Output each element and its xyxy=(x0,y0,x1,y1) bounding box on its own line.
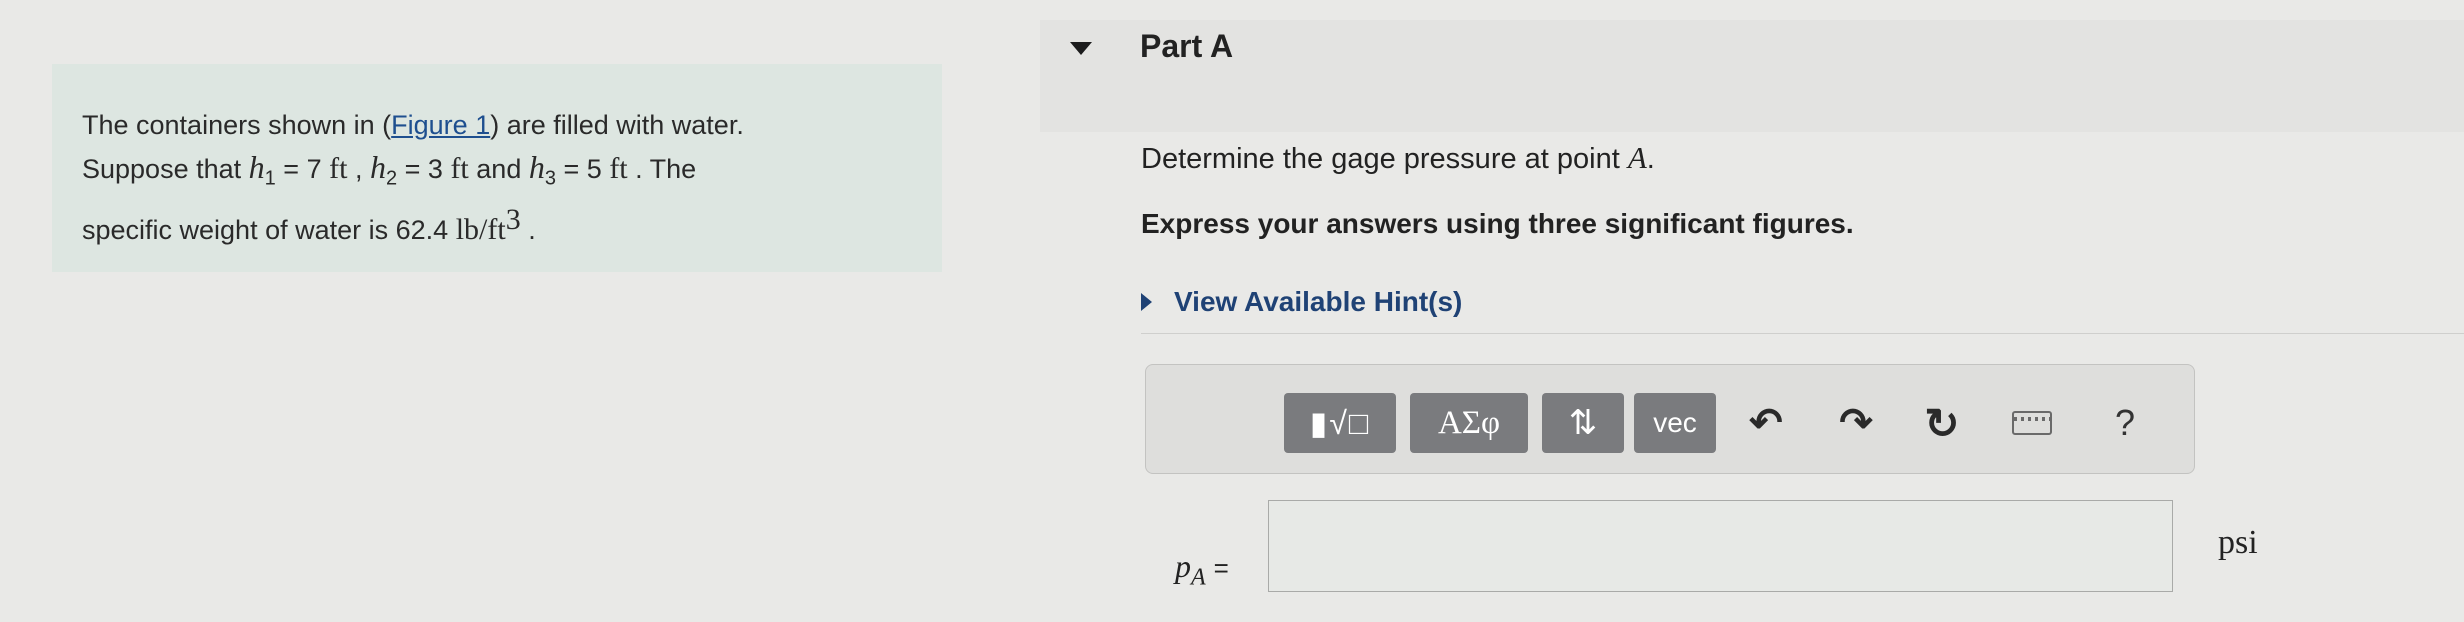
h1-subscript: 1 xyxy=(264,167,276,190)
h2-subscript: 2 xyxy=(385,167,398,190)
question-end: . xyxy=(1646,143,1655,175)
problem-text: . The xyxy=(635,154,697,184)
h2-value: = 3 xyxy=(404,154,443,184)
part-title: Part A xyxy=(1140,28,1234,64)
caret-right-icon xyxy=(1141,292,1152,311)
undo-icon[interactable]: ↶ xyxy=(1742,399,1790,447)
question-text: Determine the gage pressure at point A. xyxy=(1141,140,1655,176)
reset-icon[interactable]: ↻ xyxy=(1918,399,1966,447)
templates-button[interactable]: ▮√□ xyxy=(1284,393,1396,453)
equals-sign: = xyxy=(1213,553,1229,583)
problem-statement: The containers shown in (Figure 1) are f… xyxy=(52,64,942,272)
instruction-text: Express your answers using three signifi… xyxy=(1141,208,1854,239)
help-icon[interactable]: ? xyxy=(2101,399,2149,447)
unit-label: psi xyxy=(2218,524,2258,561)
h3-variable: h xyxy=(528,149,545,185)
view-hints-toggle[interactable]: View Available Hint(s) xyxy=(1141,286,1462,318)
weight-exponent: 3 xyxy=(505,203,521,237)
h1-value: = 7 xyxy=(283,154,322,184)
h3-unit: ft xyxy=(609,152,628,185)
h3-value: = 5 xyxy=(563,154,602,184)
problem-line-3: specific weight of water is 62.4 lb/ft3 … xyxy=(82,199,912,251)
arrows-button[interactable]: ⇅ xyxy=(1542,393,1624,453)
weight-unit: lb/ft xyxy=(455,213,506,247)
keyboard-icon[interactable] xyxy=(2008,399,2056,447)
answer-input[interactable] xyxy=(1268,500,2173,592)
problem-text: Suppose that xyxy=(82,154,242,184)
h2-variable: h xyxy=(369,149,386,185)
vector-button[interactable]: vec xyxy=(1634,393,1716,453)
problem-text: . xyxy=(528,215,536,246)
divider xyxy=(1141,333,2464,334)
problem-text: ) are filled with water. xyxy=(490,110,744,140)
problem-text: specific weight of water is 62.4 xyxy=(82,215,449,246)
problem-line-2: Suppose that h1 = 7 ft , h2 = 3 ft and h… xyxy=(82,146,912,199)
caret-down-icon[interactable] xyxy=(1070,42,1092,55)
and-text: and xyxy=(476,154,522,184)
answer-variable-label: pA = xyxy=(1175,548,1229,591)
figure-1-link[interactable]: Figure 1 xyxy=(391,110,490,140)
h1-variable: h xyxy=(248,149,265,185)
h2-unit: ft xyxy=(450,152,469,185)
math-toolbar: ▮√□ ΑΣφ ⇅ vec ↶ ↷ ↻ ? xyxy=(1145,364,2195,474)
separator: , xyxy=(354,154,363,184)
point-a-variable: A xyxy=(1627,140,1647,175)
greek-symbols-button[interactable]: ΑΣφ xyxy=(1410,393,1528,453)
problem-line-1: The containers shown in (Figure 1) are f… xyxy=(82,104,912,146)
problem-text: The containers shown in ( xyxy=(82,110,392,140)
pa-subscript: A xyxy=(1191,564,1206,591)
pa-variable: p xyxy=(1175,548,1191,584)
redo-icon[interactable]: ↷ xyxy=(1832,399,1880,447)
part-a-header[interactable]: Part A xyxy=(1040,20,2464,132)
question-label: Determine the gage pressure at point xyxy=(1141,143,1620,175)
h3-subscript: 3 xyxy=(544,167,556,190)
hint-label: View Available Hint(s) xyxy=(1174,286,1463,317)
h1-unit: ft xyxy=(329,152,348,185)
